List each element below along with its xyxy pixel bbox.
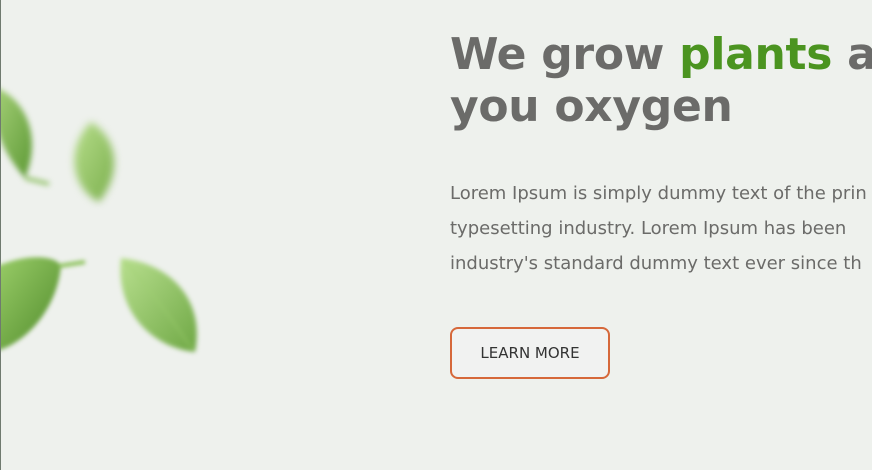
hero-headline: We grow plants and you oxygen [450, 29, 872, 133]
leaf-icon [120, 258, 197, 352]
leaf-icon [74, 122, 115, 202]
headline-accent: plants [679, 29, 833, 80]
headline-line2: you oxygen [450, 81, 733, 132]
headline-prefix: We grow [450, 29, 680, 80]
learn-more-button[interactable]: LEARN MORE [450, 327, 610, 379]
headline-suffix: and [832, 29, 872, 80]
description-line: Lorem Ipsum is simply dummy text of the … [450, 183, 867, 204]
hero-description: Lorem Ipsum is simply dummy text of the … [450, 176, 872, 281]
description-line: typesetting industry. Lorem Ipsum has be… [450, 218, 847, 239]
description-line: industry's standard dummy text ever sinc… [450, 253, 862, 274]
leaf-icon [1, 89, 50, 186]
leaf-icon [1, 257, 86, 350]
leaves-decoration [1, 0, 261, 470]
hero-section: We grow plants and you oxygen Lorem Ipsu… [0, 0, 872, 470]
